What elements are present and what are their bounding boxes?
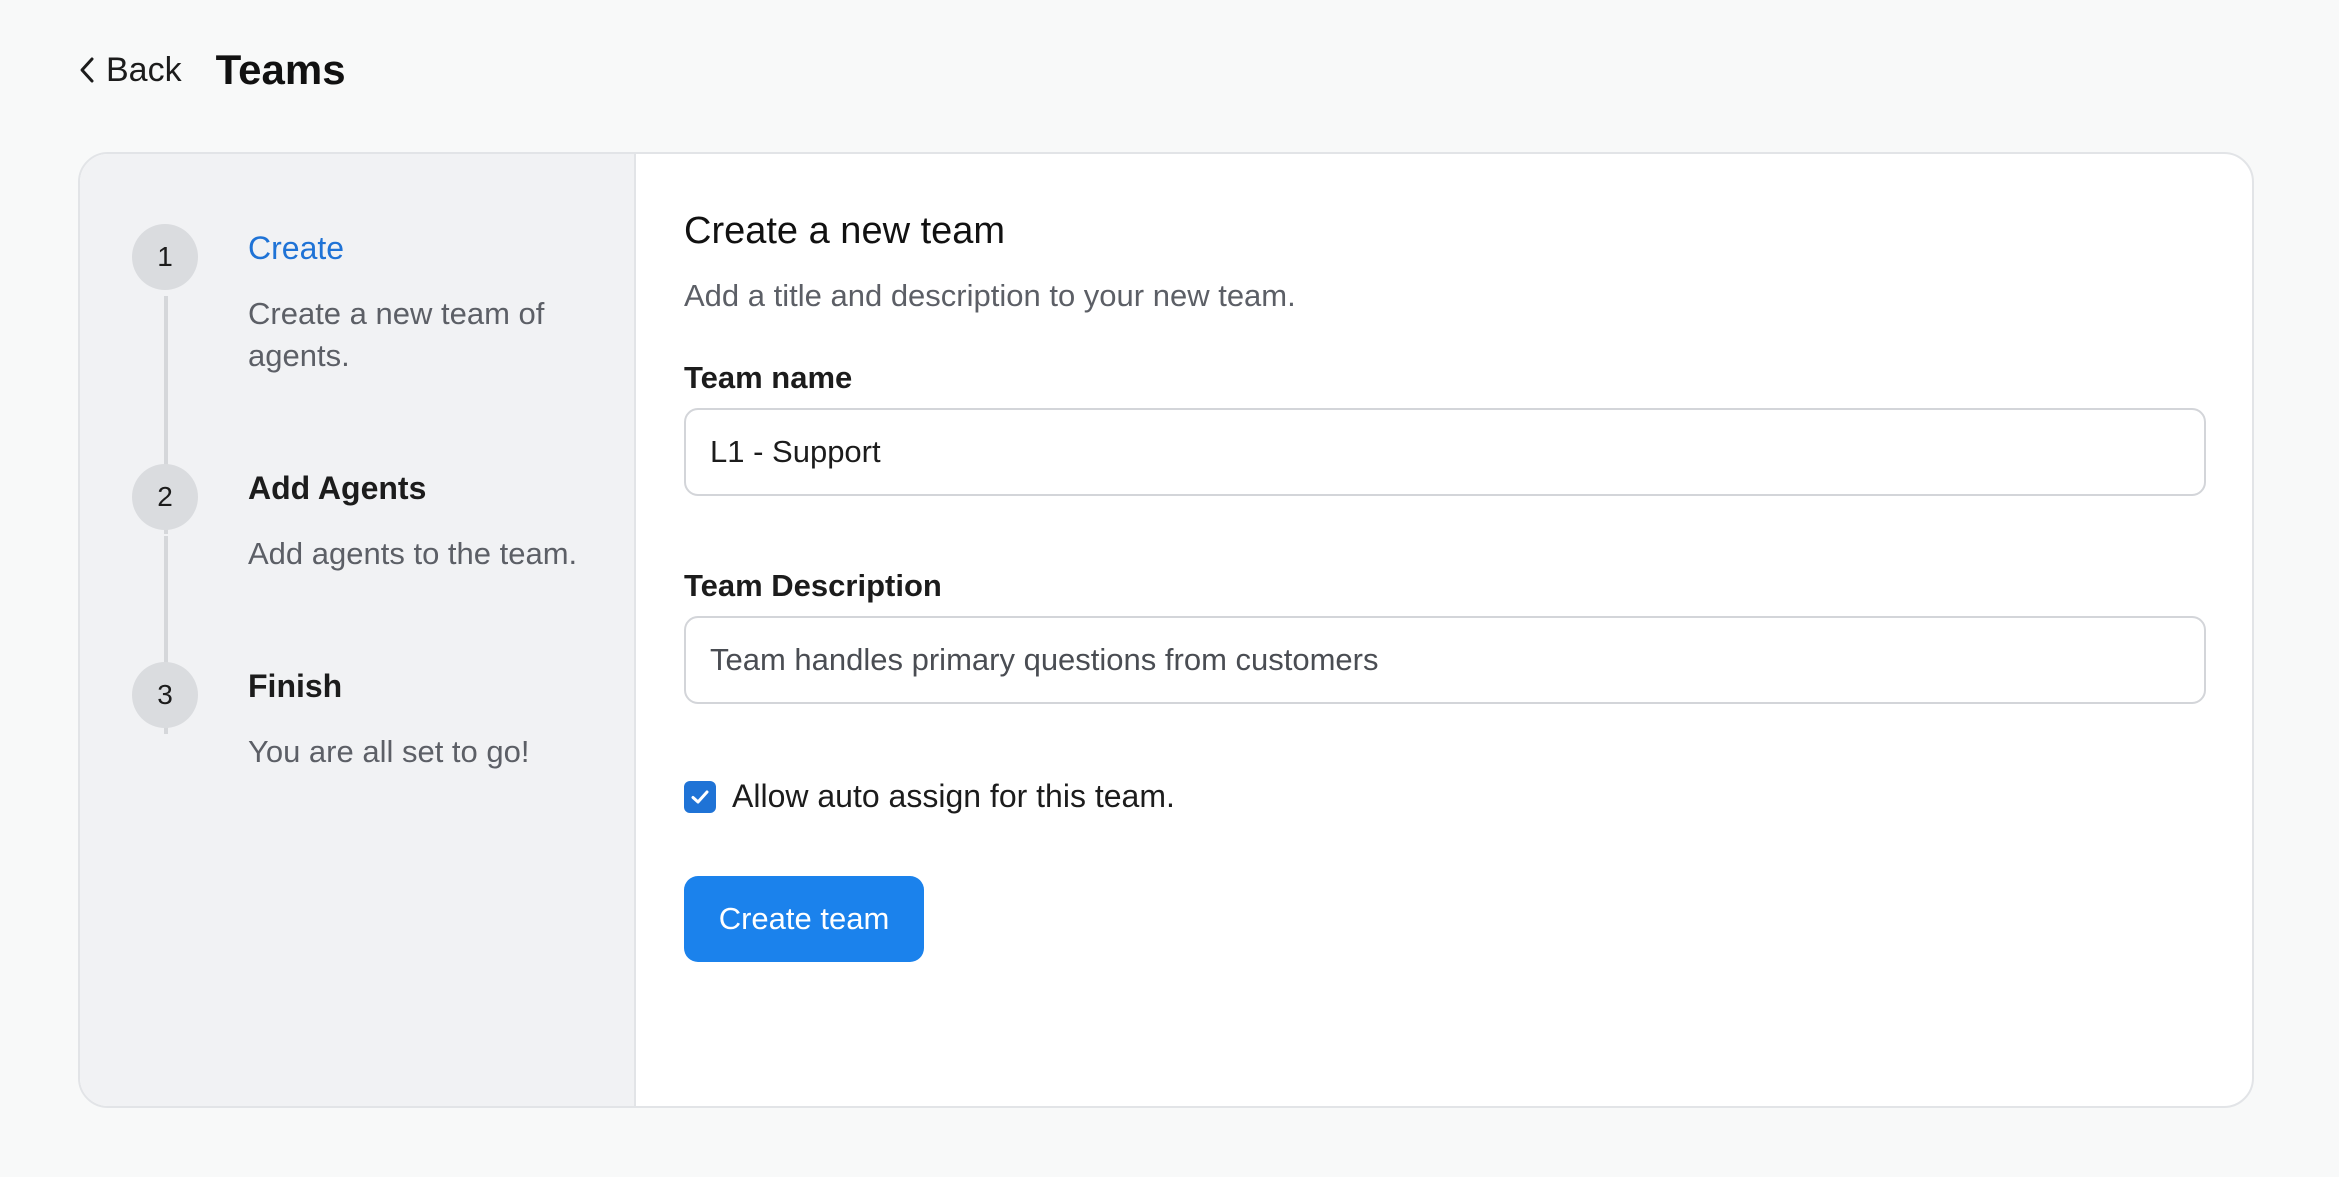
step-description: Add agents to the team. xyxy=(248,536,578,571)
form-subtitle: Add a title and description to your new … xyxy=(684,278,1296,313)
back-label: Back xyxy=(106,50,182,89)
step-add-agents: 2 Add Agents Add agents to the team. xyxy=(132,464,588,575)
step-number: 1 xyxy=(132,224,198,290)
step-title: Finish xyxy=(248,668,343,704)
team-description-label: Team Description xyxy=(684,568,942,603)
step-title: Create xyxy=(248,230,345,266)
page-title: Teams xyxy=(215,46,346,93)
step-description: You are all set to go! xyxy=(248,734,530,769)
team-name-input[interactable] xyxy=(684,408,2206,496)
auto-assign-label: Allow auto assign for this team. xyxy=(732,778,1175,814)
chevron-left-icon xyxy=(80,57,94,83)
step-create: 1 Create Create a new team of agents. xyxy=(132,224,588,377)
back-button[interactable]: Back xyxy=(78,51,182,90)
step-number: 3 xyxy=(132,662,198,728)
create-team-button[interactable]: Create team xyxy=(684,876,924,962)
auto-assign-row: Allow auto assign for this team. xyxy=(684,778,1175,815)
step-title: Add Agents xyxy=(248,470,427,506)
team-name-label: Team name xyxy=(684,360,853,395)
page-header: Back Teams xyxy=(78,40,346,100)
team-description-input[interactable] xyxy=(684,616,2206,704)
step-number: 2 xyxy=(132,464,198,530)
auto-assign-checkbox[interactable] xyxy=(684,780,716,813)
form-title: Create a new team xyxy=(684,210,1006,252)
steps-panel: 1 Create Create a new team of agents. 2 … xyxy=(80,154,636,1106)
page: Back Teams 1 Create Create a new team of… xyxy=(0,0,2339,1177)
step-description: Create a new team of agents. xyxy=(248,296,545,373)
checkmark-icon xyxy=(691,790,709,803)
wizard-card: 1 Create Create a new team of agents. 2 … xyxy=(78,152,2254,1108)
step-finish: 3 Finish You are all set to go! xyxy=(132,662,588,773)
create-team-form: Create a new team Add a title and descri… xyxy=(636,154,2252,1106)
